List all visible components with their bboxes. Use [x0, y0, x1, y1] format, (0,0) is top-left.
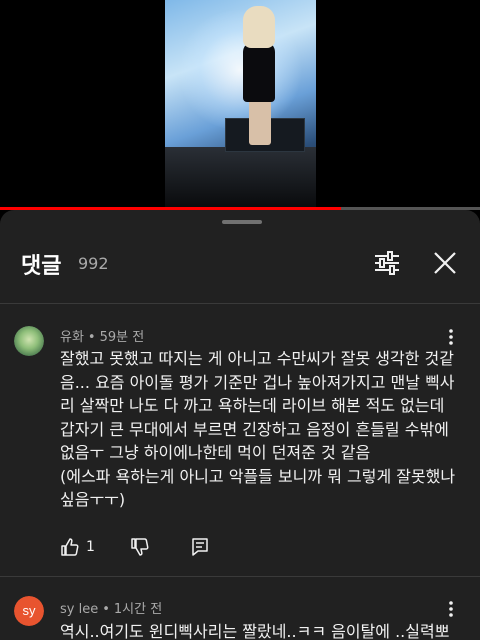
comments-title: 댓글: [21, 254, 62, 279]
comment-more-button[interactable]: [440, 326, 462, 348]
avatar[interactable]: sy: [14, 596, 44, 626]
comment-meta: sy lee • 1시간 전: [60, 598, 162, 617]
comment-author[interactable]: sy lee: [60, 602, 98, 617]
stage-floor: [165, 147, 316, 207]
meta-separator: •: [102, 602, 110, 617]
video-frame[interactable]: [165, 0, 316, 207]
more-vertical-icon: [449, 601, 453, 617]
sort-filter-button[interactable]: [370, 246, 404, 280]
video-player[interactable]: [0, 0, 480, 207]
performer-head: [243, 6, 275, 48]
comment-more-button[interactable]: [440, 598, 462, 620]
thumbs-up-icon: [61, 538, 79, 556]
dislike-button[interactable]: [130, 536, 150, 558]
thumbs-down-icon: [131, 538, 149, 556]
header-divider: [0, 303, 480, 304]
close-icon: [434, 252, 456, 274]
comments-header: 댓글 992: [0, 234, 480, 294]
like-button[interactable]: 1: [60, 536, 95, 558]
drag-handle[interactable]: [222, 220, 262, 224]
comment-actions: 1: [60, 536, 260, 558]
comment-time: 59분 전: [99, 330, 145, 345]
reply-button[interactable]: [190, 536, 210, 558]
comment-meta: 유화 • 59분 전: [60, 326, 144, 345]
avatar[interactable]: [14, 326, 44, 356]
like-count: 1: [86, 539, 95, 555]
avatar-letters: sy: [14, 596, 44, 626]
comment-author[interactable]: 유화: [60, 330, 84, 345]
performer-legs: [249, 100, 271, 145]
comments-count: 992: [78, 254, 109, 273]
more-vertical-icon: [449, 329, 453, 345]
sliders-icon: [375, 251, 399, 275]
avatar-image: [14, 326, 44, 356]
comment-text: 잘했고 못했고 따지는 게 아니고 수만씨가 잘못 생각한 것같음... 요즘 …: [60, 349, 456, 509]
performer-body: [243, 42, 275, 102]
comments-sheet: 댓글 992 유화 • 59분 전 잘했고 못했고 따지는 게 아니고 수만씨가…: [0, 210, 480, 640]
meta-separator: •: [87, 330, 96, 345]
reply-icon: [192, 538, 208, 556]
comment-time: 1시간 전: [113, 602, 163, 617]
comment-divider: [0, 576, 480, 577]
stage-light: [175, 10, 305, 130]
close-comments-button[interactable]: [428, 246, 462, 280]
comment-text: 역시..여기도 윈디삑사리는 짤랐네..ㅋㅋ 음이탈에 ..실력뽀: [60, 622, 450, 640]
